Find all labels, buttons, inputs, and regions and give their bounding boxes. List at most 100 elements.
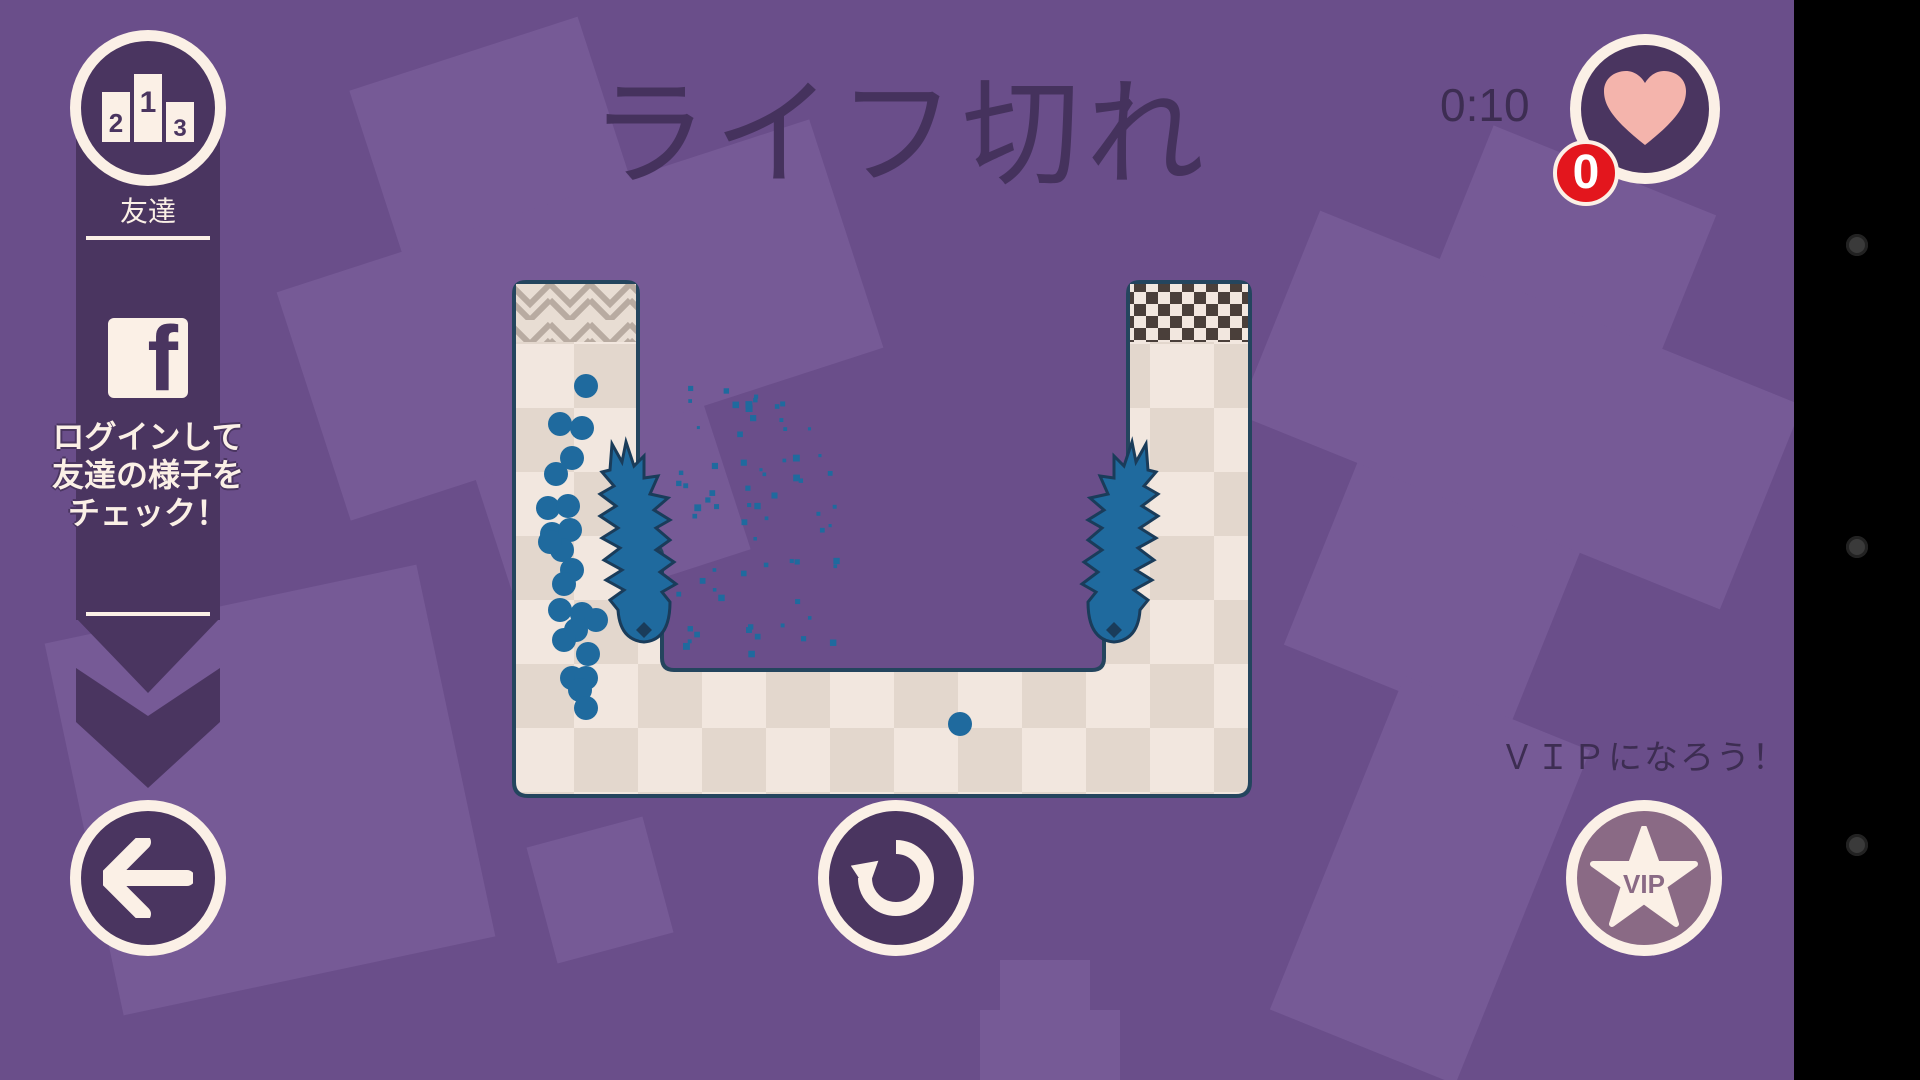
particle (771, 492, 778, 499)
particle (747, 503, 752, 508)
background-cross-shape (980, 1010, 1120, 1080)
particle (779, 418, 784, 422)
particle (694, 631, 700, 638)
restart-button[interactable] (818, 800, 974, 956)
finish-zone (1130, 284, 1248, 342)
particle-cluster (676, 385, 840, 658)
particle (763, 562, 769, 568)
particle (833, 557, 840, 565)
vip-button[interactable]: VIP (1566, 800, 1722, 956)
particle (740, 459, 747, 466)
particle (745, 401, 753, 409)
particle (712, 568, 717, 572)
start-zone (516, 284, 636, 342)
timer-display: 0:10 (1440, 79, 1530, 131)
particle (687, 626, 693, 632)
particle (732, 401, 740, 409)
particle (827, 470, 833, 476)
ball (574, 696, 598, 720)
particle (750, 415, 757, 422)
back-button[interactable] (70, 800, 226, 956)
svg-text:1: 1 (140, 86, 157, 119)
level-board (512, 280, 1252, 798)
particle (832, 504, 837, 509)
facebook-login-prompt[interactable]: ログインして 友達の様子を チェック！ (30, 418, 266, 532)
ball (574, 374, 598, 398)
particle (737, 431, 743, 438)
particle (723, 388, 730, 394)
particle (696, 426, 700, 430)
vip-badge-text: VIP (1623, 869, 1665, 899)
particle (692, 513, 698, 519)
particle (699, 577, 706, 584)
nav-back-dot[interactable] (1846, 234, 1868, 256)
particle (807, 427, 812, 431)
particle (745, 485, 751, 491)
particle (754, 502, 761, 510)
sidebar-divider (86, 612, 210, 616)
particle (782, 458, 787, 463)
particle (819, 527, 825, 533)
leaderboard-button[interactable]: 2 1 3 (70, 30, 226, 186)
particle (793, 474, 800, 482)
background-cross-shape (526, 816, 674, 964)
particle (687, 639, 692, 644)
page-title: ライフ切れ (589, 65, 1210, 203)
particle (833, 564, 838, 569)
sidebar-divider (86, 236, 210, 240)
particle (688, 399, 693, 403)
ball (556, 494, 580, 518)
ball (576, 642, 600, 666)
nav-recents-dot[interactable] (1846, 834, 1868, 856)
ball (570, 416, 594, 440)
lives-count-badge: 0 (1553, 140, 1619, 206)
particle (800, 636, 807, 642)
particle (829, 639, 837, 646)
particle (740, 570, 747, 577)
particle (676, 591, 682, 597)
particle (748, 650, 755, 658)
particle (780, 401, 786, 407)
particle (774, 404, 780, 409)
particle (807, 616, 812, 620)
heart-icon (1604, 71, 1686, 145)
ball (544, 462, 568, 486)
svg-text:2: 2 (109, 108, 123, 138)
facebook-letter: f (147, 318, 178, 398)
particle (795, 599, 801, 605)
particle (694, 504, 702, 512)
particle (746, 627, 752, 633)
particle (705, 497, 711, 503)
particle (712, 588, 717, 592)
particle (762, 472, 767, 477)
particle (759, 468, 763, 472)
svg-text:3: 3 (173, 115, 186, 142)
particle (753, 537, 757, 541)
particle (741, 519, 748, 526)
particle (764, 516, 769, 521)
particle (688, 385, 694, 392)
particle (816, 511, 821, 516)
particle (683, 642, 690, 650)
particle (709, 490, 716, 496)
particle (794, 559, 800, 565)
star-vip-icon: VIP (1590, 826, 1698, 927)
particle (789, 558, 794, 564)
particle (678, 470, 684, 476)
particle (718, 594, 725, 602)
particle (783, 427, 788, 432)
particle (818, 454, 822, 458)
particle (683, 483, 689, 489)
ball (552, 572, 576, 596)
game-area: 2 1 3 友達 f ログインして 友達の様子を チェック！ ライフ切れ 0:1… (0, 0, 1794, 1080)
podium-icon: 2 1 3 (102, 74, 194, 142)
nav-home-dot[interactable] (1846, 536, 1868, 558)
vip-prompt[interactable]: ＶＩＰになろう！ (1500, 730, 1788, 779)
facebook-icon[interactable]: f (108, 318, 188, 398)
arrow-left-icon (103, 838, 193, 918)
ball (584, 608, 608, 632)
ball (552, 628, 576, 652)
particle (714, 504, 720, 510)
restart-icon (851, 840, 934, 916)
ball (538, 530, 562, 554)
